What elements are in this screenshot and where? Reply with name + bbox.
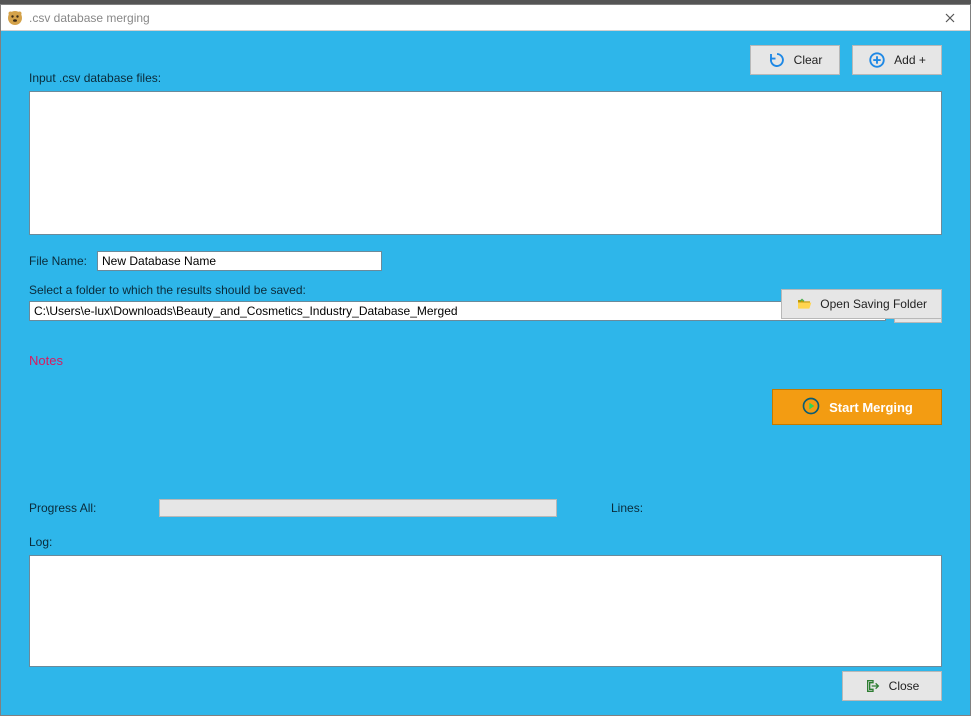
log-output[interactable]: [29, 555, 942, 667]
progress-row: Progress All: Lines:: [29, 499, 942, 517]
lines-label: Lines:: [611, 501, 643, 515]
close-button[interactable]: Close: [842, 671, 942, 701]
filename-label: File Name:: [29, 254, 87, 268]
progress-bar: [159, 499, 557, 517]
add-button-label: Add +: [894, 53, 926, 67]
start-merging-button[interactable]: Start Merging: [772, 389, 942, 425]
progress-all-label: Progress All:: [29, 501, 139, 515]
exit-icon: [865, 678, 881, 694]
plus-circle-icon: [868, 51, 886, 69]
folder-open-icon: [796, 296, 812, 312]
play-circle-icon: [801, 396, 821, 419]
input-files-list[interactable]: [29, 91, 942, 235]
open-saving-folder-button[interactable]: Open Saving Folder: [781, 289, 942, 319]
dialog-window: .csv database merging Clear: [0, 4, 971, 716]
top-toolbar: Clear Add +: [750, 45, 942, 75]
clear-button[interactable]: Clear: [750, 45, 840, 75]
log-label: Log:: [29, 535, 52, 549]
undo-icon: [768, 51, 786, 69]
add-button[interactable]: Add +: [852, 45, 942, 75]
filename-row: File Name:: [29, 251, 942, 271]
window-title: .csv database merging: [29, 11, 150, 25]
notes-label: Notes: [29, 353, 942, 368]
app-icon: [7, 10, 23, 26]
client-area: Clear Add + Input .csv database files: F…: [1, 31, 970, 715]
close-button-label: Close: [889, 679, 920, 693]
start-merging-label: Start Merging: [829, 400, 913, 415]
window-close-button[interactable]: [930, 5, 970, 31]
open-saving-folder-label: Open Saving Folder: [820, 297, 927, 311]
clear-button-label: Clear: [794, 53, 823, 67]
filename-input[interactable]: [97, 251, 382, 271]
save-folder-input[interactable]: [29, 301, 886, 321]
title-bar: .csv database merging: [1, 5, 970, 31]
